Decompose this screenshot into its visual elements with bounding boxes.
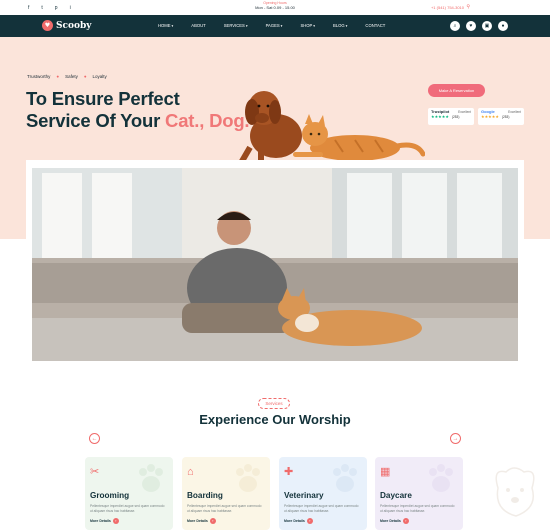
user-icon[interactable]: ● xyxy=(498,21,508,31)
logo[interactable]: ♥ Scooby xyxy=(42,20,92,31)
more-details-link[interactable]: More Details › xyxy=(284,517,362,524)
star-rating-icon: ★★★★★ xyxy=(481,113,499,119)
nav-icons: ⌕ ♥ ▣ ● xyxy=(450,21,508,31)
service-desc: Pellentesque imperdiet augue sed quam co… xyxy=(284,504,359,513)
dot-icon: ● xyxy=(83,74,87,79)
service-desc: Pellentesque imperdiet augue sed quam co… xyxy=(380,504,455,513)
nav-item-shop[interactable]: SHOP xyxy=(300,23,315,28)
nav-item-services[interactable]: SERVICES xyxy=(224,23,248,28)
service-card-veterinary[interactable]: ✚ Veterinary Pellentesque imperdiet augu… xyxy=(279,457,367,530)
paw-icon xyxy=(236,464,260,492)
service-desc: Pellentesque imperdiet augue sed quam co… xyxy=(187,504,262,513)
rating-label: Excellent xyxy=(458,110,471,114)
rating-label: Excellent xyxy=(508,110,521,114)
daycare-icon: ▦ xyxy=(380,466,391,478)
paw-icon xyxy=(429,464,453,492)
arrow-right-icon: › xyxy=(112,517,119,524)
star-rating-icon: ★★★★★ xyxy=(431,113,449,119)
man-with-dog-photo xyxy=(32,168,518,361)
prev-arrow-icon[interactable]: ← xyxy=(89,433,100,444)
more-details-link[interactable]: More Details › xyxy=(380,517,458,524)
tag-safety: Safety xyxy=(65,74,78,79)
service-desc: Pellentesque imperdiet augue sed quam co… xyxy=(90,504,165,513)
top-bar: f t p i Opening Hours Mon - Sat 0.09 - 1… xyxy=(0,0,550,15)
hero-title-prefix: Service Of Your xyxy=(26,110,166,131)
hero-tags: Trustworthy ● Safety ● Loyalty xyxy=(27,74,107,79)
more-details-label: More Details xyxy=(380,518,401,523)
boarding-icon: ⌂ xyxy=(187,466,194,478)
nav-item-contact[interactable]: CONTACT xyxy=(365,23,385,28)
paw-icon xyxy=(333,464,357,492)
more-details-label: More Details xyxy=(187,518,208,523)
rating-count: (253) xyxy=(501,114,510,119)
heart-icon[interactable]: ♥ xyxy=(466,21,476,31)
trustpilot-rating[interactable]: Trustpilot Excellent ★★★★★ (253) xyxy=(428,108,474,125)
arrow-right-icon: › xyxy=(402,517,409,524)
nav-item-blog[interactable]: BLOG xyxy=(333,23,347,28)
make-reservation-button[interactable]: Make A Reservation xyxy=(428,84,485,97)
rating-count: (253) xyxy=(451,114,460,119)
hero-title: To Ensure Perfect Service Of Your Cat., … xyxy=(26,88,250,132)
service-card-daycare[interactable]: ▦ Daycare Pellentesque imperdiet augue s… xyxy=(375,457,463,530)
google-rating[interactable]: Google Excellent ★★★★★ (253) xyxy=(478,108,524,125)
more-details-label: More Details xyxy=(90,518,111,523)
service-card-grooming[interactable]: ✂ Grooming Pellentesque imperdiet augue … xyxy=(85,457,173,530)
more-details-link[interactable]: More Details › xyxy=(187,517,265,524)
arrow-right-icon: › xyxy=(306,517,313,524)
main-nav: ♥ Scooby HOME ABOUT SERVICES PAGES SHOP … xyxy=(0,15,550,37)
search-icon[interactable]: ⌕ xyxy=(450,21,460,31)
hero-title-line1: To Ensure Perfect xyxy=(26,88,180,109)
paw-logo-icon: ♥ xyxy=(42,20,53,31)
hero-title-line2: Service Of Your Cat., Dog. xyxy=(26,110,250,132)
more-details-link[interactable]: More Details › xyxy=(90,517,168,524)
services-title: Experience Our Worship xyxy=(199,412,351,427)
tag-loyalty: Loyalty xyxy=(92,74,107,79)
arrow-right-icon: › xyxy=(209,517,216,524)
veterinary-icon: ✚ xyxy=(284,466,294,478)
services-tag: Services xyxy=(258,398,290,409)
cart-icon[interactable]: ▣ xyxy=(482,21,492,31)
more-details-label: More Details xyxy=(284,518,305,523)
nav-menu: HOME ABOUT SERVICES PAGES SHOP BLOG CONT… xyxy=(158,23,403,28)
logo-text: Scooby xyxy=(56,20,92,31)
nav-item-home[interactable]: HOME xyxy=(158,23,173,28)
service-card-boarding[interactable]: ⌂ Boarding Pellentesque imperdiet augue … xyxy=(182,457,270,530)
dot-icon: ● xyxy=(56,74,60,79)
location-pin-icon[interactable]: ⚲ xyxy=(466,4,470,10)
tag-trustworthy: Trustworthy xyxy=(27,74,51,79)
phone-number[interactable]: +1 (541) 754-3010 xyxy=(431,5,464,10)
paw-icon xyxy=(139,464,163,492)
next-arrow-icon[interactable]: → xyxy=(450,433,461,444)
grooming-icon: ✂ xyxy=(90,466,100,478)
dog-outline-decoration xyxy=(495,467,535,517)
nav-item-about[interactable]: ABOUT xyxy=(191,23,205,28)
nav-item-pages[interactable]: PAGES xyxy=(266,23,283,28)
